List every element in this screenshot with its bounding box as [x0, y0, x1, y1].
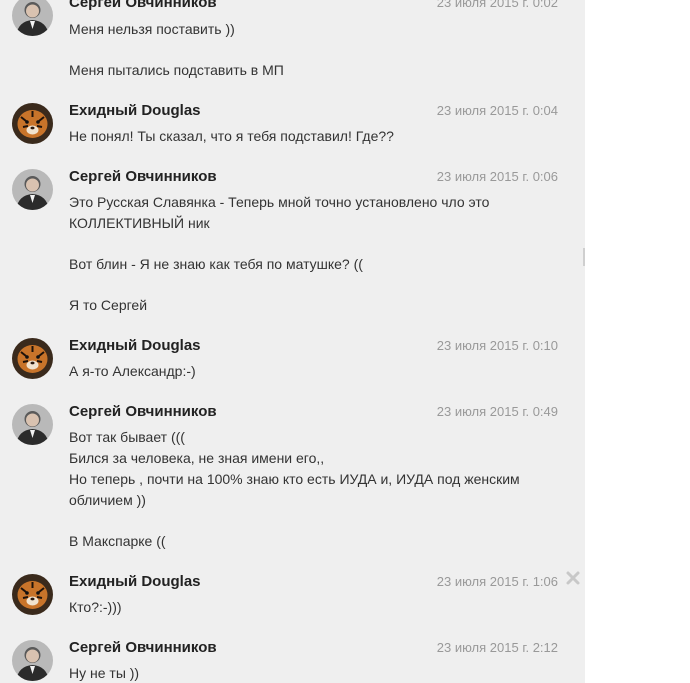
author-name[interactable]: Ехидный Douglas [69, 573, 201, 590]
message-text: В Макспарке (( [69, 533, 166, 549]
message-text: Меня пытались подставить в МП [69, 62, 284, 78]
avatar[interactable] [12, 103, 53, 144]
message-timestamp: 23 июля 2015 г. 2:12 [436, 640, 558, 655]
author-name[interactable]: Сергей Овчинников [69, 403, 217, 420]
message-text: Бился за человека, не зная имени его,, [69, 450, 325, 466]
avatar[interactable] [12, 574, 53, 615]
close-icon[interactable] [565, 570, 581, 586]
message-text: обличием )) [69, 492, 146, 508]
author-name[interactable]: Сергей Овчинников [69, 0, 217, 11]
message-text: Кто?:-))) [69, 599, 122, 615]
scrollbar-thumb[interactable] [583, 248, 585, 266]
avatar[interactable] [12, 404, 53, 445]
message-text: А я-то Александр:-) [69, 363, 196, 379]
message-timestamp: 23 июля 2015 г. 0:06 [436, 169, 558, 184]
author-name[interactable]: Сергей Овчинников [69, 639, 217, 656]
message-text: Ну не ты )) [69, 665, 140, 681]
message-timestamp: 23 июля 2015 г. 1:06 [436, 574, 558, 589]
message-text: Это Русская Славянка - Теперь мной точно… [69, 194, 490, 210]
message-text: Но теперь , почти на 100% знаю кто есть … [69, 471, 520, 487]
message-timestamp: 23 июля 2015 г. 0:49 [436, 404, 558, 419]
author-name[interactable]: Ехидный Douglas [69, 102, 201, 119]
message-list: Сергей Овчинников 23 июля 2015 г. 0:02 М… [0, 0, 585, 683]
message-timestamp: 23 июля 2015 г. 0:02 [436, 0, 558, 10]
avatar[interactable] [12, 640, 53, 681]
avatar[interactable] [12, 338, 53, 379]
message-text: Вот так бывает ((( [69, 429, 185, 445]
message-text: КОЛЛЕКТИВНЫЙ ник [69, 215, 210, 231]
message-timestamp: 23 июля 2015 г. 0:10 [436, 338, 558, 353]
avatar[interactable] [12, 0, 53, 36]
message-text: Не понял! Ты сказал, что я тебя подстави… [69, 128, 394, 144]
message-text: Меня нельзя поставить )) [69, 21, 235, 37]
author-name[interactable]: Сергей Овчинников [69, 168, 217, 185]
message-text: Я то Сергей [69, 297, 148, 313]
author-name[interactable]: Ехидный Douglas [69, 337, 201, 354]
avatar[interactable] [12, 169, 53, 210]
message-text: Вот блин - Я не знаю как тебя по матушке… [69, 256, 363, 272]
message-timestamp: 23 июля 2015 г. 0:04 [436, 103, 558, 118]
